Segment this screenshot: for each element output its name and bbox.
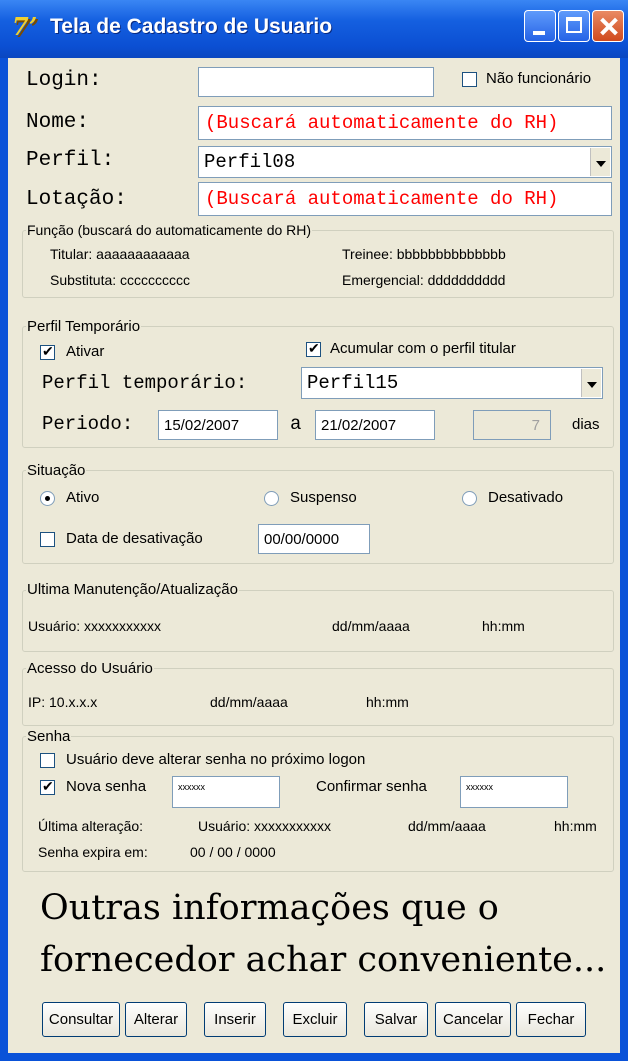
salvar-button[interactable]: Salvar <box>364 1002 428 1037</box>
minimize-button[interactable] <box>524 10 556 42</box>
data-desativacao-input[interactable]: 00/00/0000 <box>258 524 370 554</box>
perfil-temporario-value: Perfil15 <box>307 372 399 394</box>
ultima-alteracao-data: dd/mm/aaaa <box>408 818 486 834</box>
confirmar-senha-label: Confirmar senha <box>316 778 427 795</box>
data-fim-input[interactable]: 21/02/2007 <box>315 410 435 440</box>
periodo-label: Periodo: <box>42 413 134 435</box>
data-desativacao-label: Data de desativação <box>66 530 203 547</box>
confirmar-senha-input[interactable]: xxxxxx <box>460 776 568 808</box>
ultima-alteracao-label: Última alteração: <box>38 818 144 834</box>
trainee-text: Treinee: bbbbbbbbbbbbbb <box>342 246 506 262</box>
window-title: Tela de Cadastro de Usuario <box>50 15 333 38</box>
acesso-ip: IP: 10.x.x.x <box>28 694 98 710</box>
periodo-a-label: a <box>290 413 302 435</box>
acumular-label: Acumular com o perfil titular <box>330 340 516 357</box>
nao-funcionario-label: Não funcionário <box>486 70 592 87</box>
perfil-label: Perfil: <box>26 149 115 172</box>
titular-text: Titular: aaaaaaaaaaaa <box>50 246 190 262</box>
chevron-down-icon[interactable] <box>581 369 601 397</box>
alterar-button[interactable]: Alterar <box>125 1002 187 1037</box>
data-desativacao-checkbox[interactable] <box>40 532 55 547</box>
substituta-text: Substituta: cccccccccc <box>50 272 191 288</box>
inserir-button[interactable]: Inserir <box>204 1002 266 1037</box>
ativo-radio[interactable] <box>40 491 55 506</box>
excluir-button[interactable]: Excluir <box>283 1002 347 1037</box>
suspenso-label: Suspenso <box>290 489 357 506</box>
perfil-select-value: Perfil08 <box>204 151 296 173</box>
chevron-down-icon[interactable] <box>590 148 610 176</box>
consultar-button[interactable]: Consultar <box>42 1002 120 1037</box>
cancelar-button[interactable]: Cancelar <box>435 1002 511 1037</box>
manutencao-hora: hh:mm <box>482 618 525 634</box>
alterar-senha-label: Usuário deve alterar senha no próximo lo… <box>66 751 366 768</box>
acesso-legend: Acesso do Usuário <box>26 660 154 677</box>
funcao-legend: Função (buscará do automaticamente do RH… <box>26 222 313 238</box>
ativo-label: Ativo <box>66 489 100 506</box>
ativar-checkbox[interactable] <box>40 343 55 360</box>
emergencial-text: Emergencial: dddddddddd <box>342 272 506 288</box>
manutencao-legend: Ultima Manutenção/Atualização <box>26 581 239 598</box>
maximize-button[interactable] <box>558 10 590 42</box>
delphi-app-icon: 7ʼ <box>12 12 38 41</box>
nao-funcionario-checkbox[interactable] <box>462 72 477 87</box>
nova-senha-checkbox[interactable] <box>40 778 55 795</box>
dias-label: dias <box>572 416 600 433</box>
acumular-checkbox[interactable] <box>306 340 321 357</box>
suspenso-radio[interactable] <box>264 491 279 506</box>
perfil-select[interactable]: Perfil08 <box>198 146 612 178</box>
perfil-temporario-select[interactable]: Perfil15 <box>301 367 603 399</box>
senha-legend: Senha <box>26 728 72 745</box>
situacao-legend: Situação <box>26 462 87 479</box>
acesso-hora: hh:mm <box>366 694 409 710</box>
login-input[interactable] <box>198 67 434 97</box>
alterar-senha-checkbox[interactable] <box>40 753 55 768</box>
desativado-radio[interactable] <box>462 491 477 506</box>
ultima-alteracao-hora: hh:mm <box>554 818 597 834</box>
manutencao-data: dd/mm/aaaa <box>332 618 410 634</box>
senha-expira-label: Senha expira em: <box>38 844 148 860</box>
form-client-area: Login: Não funcionário Nome: (Buscará au… <box>8 58 620 1053</box>
perfil-temporario-label: Perfil temporário: <box>42 372 248 394</box>
dias-field: 7 <box>473 410 551 440</box>
note-line-2: fornecedor achar conveniente... <box>40 940 607 980</box>
nome-label: Nome: <box>26 111 90 134</box>
nome-field: (Buscará automaticamente do RH) <box>198 106 612 140</box>
lotacao-field: (Buscará automaticamente do RH) <box>198 182 612 216</box>
nova-senha-input[interactable]: xxxxxx <box>172 776 280 808</box>
fechar-button[interactable]: Fechar <box>516 1002 586 1037</box>
ultima-alteracao-usuario: Usuário: xxxxxxxxxxx <box>198 818 332 834</box>
login-label: Login: <box>26 69 102 92</box>
senha-expira-value: 00 / 00 / 0000 <box>190 844 276 860</box>
desativado-label: Desativado <box>488 489 564 506</box>
lotacao-label: Lotação: <box>26 188 127 211</box>
perfil-temporario-legend: Perfil Temporário <box>26 318 142 335</box>
data-inicio-input[interactable]: 15/02/2007 <box>158 410 278 440</box>
close-button[interactable] <box>592 10 624 42</box>
nova-senha-label: Nova senha <box>66 778 147 795</box>
manutencao-usuario: Usuário: xxxxxxxxxxx <box>28 618 162 634</box>
acesso-data: dd/mm/aaaa <box>210 694 288 710</box>
note-line-1: Outras informações que o <box>40 888 499 928</box>
title-bar[interactable]: 7ʼ Tela de Cadastro de Usuario <box>0 0 628 58</box>
ativar-label: Ativar <box>66 343 105 360</box>
